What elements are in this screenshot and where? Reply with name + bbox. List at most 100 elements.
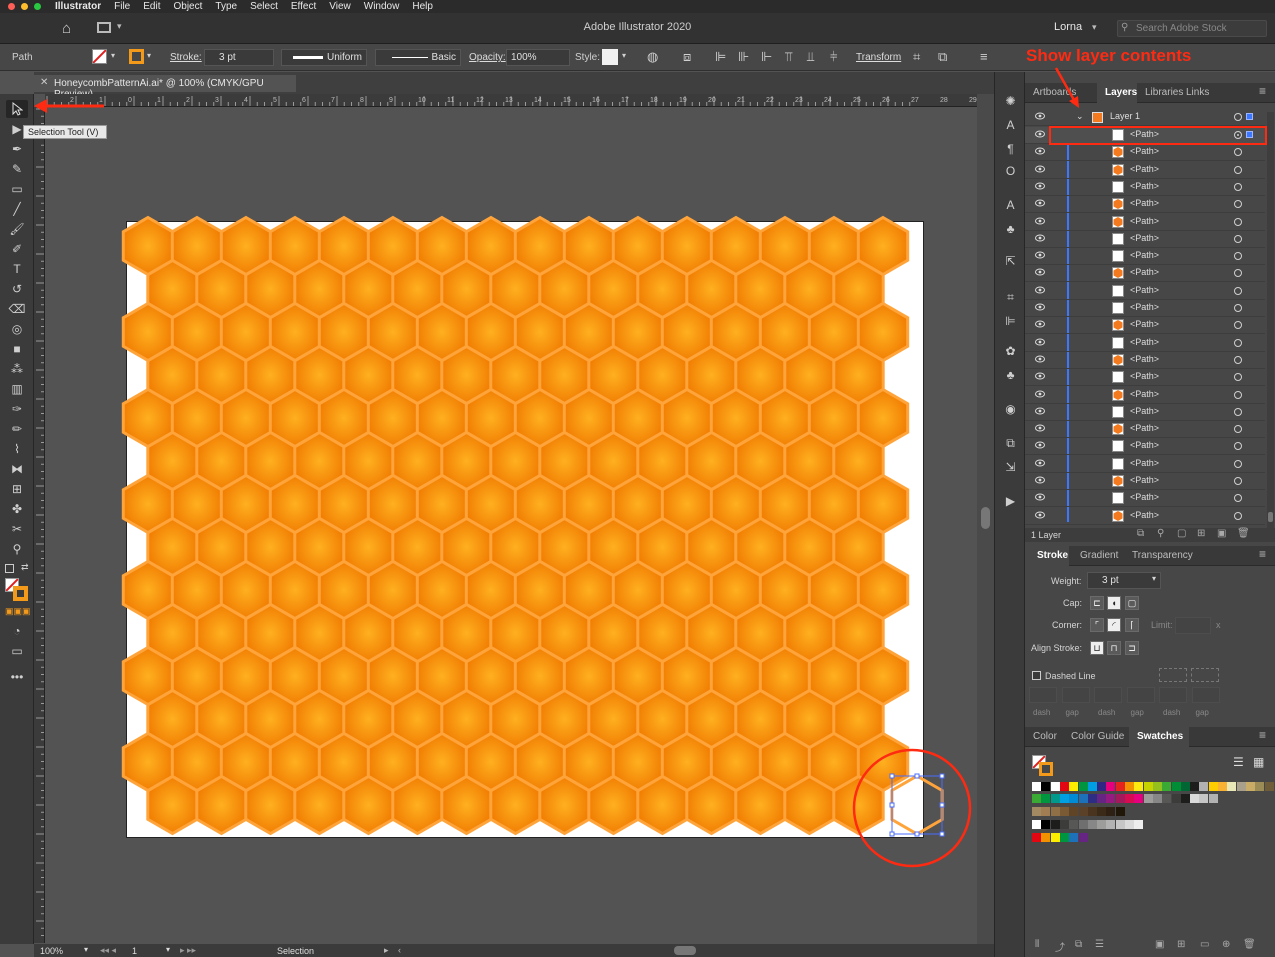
honeycomb-hexagon[interactable] (391, 774, 444, 836)
color-swatch[interactable] (1106, 807, 1116, 816)
artboard-number-field[interactable]: 1 (132, 946, 137, 956)
layer-path-row[interactable]: <Path> (1025, 283, 1265, 300)
path-target-icon[interactable] (1234, 459, 1242, 468)
path-name[interactable]: <Path> (1130, 423, 1159, 433)
color-swatch[interactable] (1227, 782, 1237, 791)
layer-path-row[interactable]: <Path> (1025, 438, 1265, 456)
color-swatch[interactable] (1087, 807, 1097, 816)
color-swatch[interactable] (1050, 782, 1060, 791)
path-target-icon[interactable] (1234, 373, 1242, 382)
color-swatch[interactable] (1059, 807, 1069, 816)
chevron-down-icon[interactable]: ▾ (1152, 574, 1156, 583)
color-swatch[interactable] (1069, 807, 1079, 816)
layer-path-row[interactable]: <Path> (1025, 265, 1265, 283)
layer-path-row[interactable]: <Path> (1025, 352, 1265, 369)
delete-layer-icon[interactable]: 🗑 (1237, 528, 1250, 539)
layer-path-row[interactable]: <Path> (1025, 387, 1265, 404)
layer-path-row[interactable]: <Path> (1025, 473, 1265, 490)
color-swatch[interactable] (1208, 794, 1218, 803)
layer-row[interactable]: ⌄ Layer 1 (1025, 109, 1265, 126)
layer-path-row[interactable]: <Path> (1025, 421, 1265, 439)
new-swatch-plus-icon[interactable]: ⊕ (1222, 939, 1230, 950)
scroll-left-icon[interactable]: ‹ (398, 945, 401, 955)
color-swatch[interactable] (1032, 794, 1041, 803)
path-name[interactable]: <Path> (1130, 233, 1159, 243)
color-swatch[interactable] (1069, 782, 1079, 791)
vertical-scrollbar[interactable] (977, 94, 994, 944)
path-name[interactable]: <Path> (1130, 302, 1159, 312)
honeycomb-hexagon[interactable] (734, 774, 787, 836)
color-swatch[interactable] (1078, 833, 1088, 842)
visibility-eye-icon[interactable] (1035, 338, 1045, 346)
color-swatch[interactable] (1106, 782, 1116, 791)
path-target-icon[interactable] (1234, 511, 1242, 520)
color-swatch[interactable] (1059, 794, 1069, 803)
color-swatch[interactable] (1097, 782, 1107, 791)
honeycomb-hexagon[interactable] (685, 774, 738, 836)
color-swatch[interactable] (1059, 782, 1069, 791)
honeycomb-hexagon[interactable] (195, 774, 248, 836)
layer-path-row[interactable]: <Path> (1025, 231, 1265, 248)
layer-path-row[interactable]: <Path> (1025, 369, 1265, 387)
swatch-stroke-indicator[interactable] (1039, 762, 1053, 776)
selection-handle[interactable] (939, 773, 945, 779)
next-artboard-icon[interactable]: ▸ ▸▸ (180, 945, 196, 956)
color-swatch[interactable] (1134, 794, 1144, 803)
new-color-group-icon[interactable]: ▣ (1155, 939, 1164, 950)
chevron-down-icon[interactable]: ▾ (1092, 22, 1097, 33)
visibility-eye-icon[interactable] (1035, 147, 1045, 155)
path-name[interactable]: <Path> (1130, 319, 1159, 329)
layer-path-row[interactable]: <Path> (1025, 317, 1265, 335)
honeycomb-hexagon[interactable] (538, 774, 591, 836)
add-to-library-icon[interactable]: ⤴ (1055, 939, 1065, 954)
visibility-eye-icon[interactable] (1035, 355, 1045, 363)
color-swatch[interactable] (1125, 820, 1134, 829)
color-swatch[interactable] (1087, 782, 1097, 791)
path-name[interactable]: <Path> (1130, 146, 1159, 156)
path-target-icon[interactable] (1234, 304, 1242, 312)
color-swatch[interactable] (1162, 794, 1172, 803)
dash-input[interactable] (1159, 687, 1187, 703)
tab-libraries[interactable]: Libraries (1145, 87, 1183, 98)
paragraph-panel-icon[interactable]: ¶ (1001, 142, 1020, 159)
delete-swatch-icon[interactable]: 🗑 (1243, 939, 1256, 950)
path-name[interactable]: <Path> (1130, 389, 1159, 399)
path-target-icon[interactable] (1234, 355, 1242, 364)
visibility-eye-icon[interactable] (1035, 268, 1045, 276)
align-panel-icon[interactable]: ⊫ (1001, 314, 1020, 331)
path-name[interactable]: <Path> (1130, 406, 1159, 416)
color-swatch[interactable] (1032, 807, 1041, 816)
adobe-stock-search-input[interactable]: Search Adobe Stock (1117, 20, 1267, 37)
tab-layers[interactable]: Layers (1105, 87, 1137, 98)
color-swatch[interactable] (1245, 782, 1255, 791)
visibility-eye-icon[interactable] (1035, 459, 1045, 467)
layer-target-icon[interactable] (1234, 113, 1242, 121)
miter-limit-input[interactable] (1175, 617, 1211, 634)
path-name[interactable]: <Path> (1130, 475, 1159, 485)
path-target-icon[interactable] (1234, 217, 1242, 226)
color-swatch[interactable] (1171, 782, 1181, 791)
layer-name[interactable]: Layer 1 (1110, 111, 1140, 121)
dashed-line-checkbox[interactable] (1032, 671, 1041, 680)
tab-swatches[interactable]: Swatches (1137, 731, 1183, 742)
color-swatch[interactable] (1078, 807, 1088, 816)
round-join-button[interactable]: ◜ (1107, 618, 1121, 632)
color-swatch[interactable] (1041, 782, 1051, 791)
visibility-eye-icon[interactable] (1035, 493, 1045, 501)
new-swatch-icon[interactable]: ⊞ (1177, 939, 1185, 950)
export-panel-icon[interactable]: ⇱ (1001, 254, 1020, 271)
path-target-icon[interactable] (1234, 338, 1242, 347)
tab-stroke[interactable]: Stroke (1037, 550, 1068, 561)
panel-menu-icon[interactable]: ≡ (1259, 547, 1266, 561)
locate-object-icon[interactable]: ⚲ (1157, 528, 1164, 539)
path-target-icon[interactable] (1234, 321, 1242, 330)
collect-export-icon[interactable]: ⧉ (1137, 528, 1144, 539)
selection-handle[interactable] (914, 773, 920, 779)
layer-path-row[interactable]: <Path> (1025, 196, 1265, 214)
color-swatch[interactable] (1264, 782, 1274, 791)
panel-menu-icon[interactable]: ≡ (1259, 728, 1266, 742)
layer-path-row[interactable]: <Path> (1025, 179, 1265, 196)
path-target-icon[interactable] (1234, 442, 1242, 451)
layer-path-row[interactable]: <Path> (1025, 214, 1265, 231)
color-swatch[interactable] (1180, 794, 1190, 803)
